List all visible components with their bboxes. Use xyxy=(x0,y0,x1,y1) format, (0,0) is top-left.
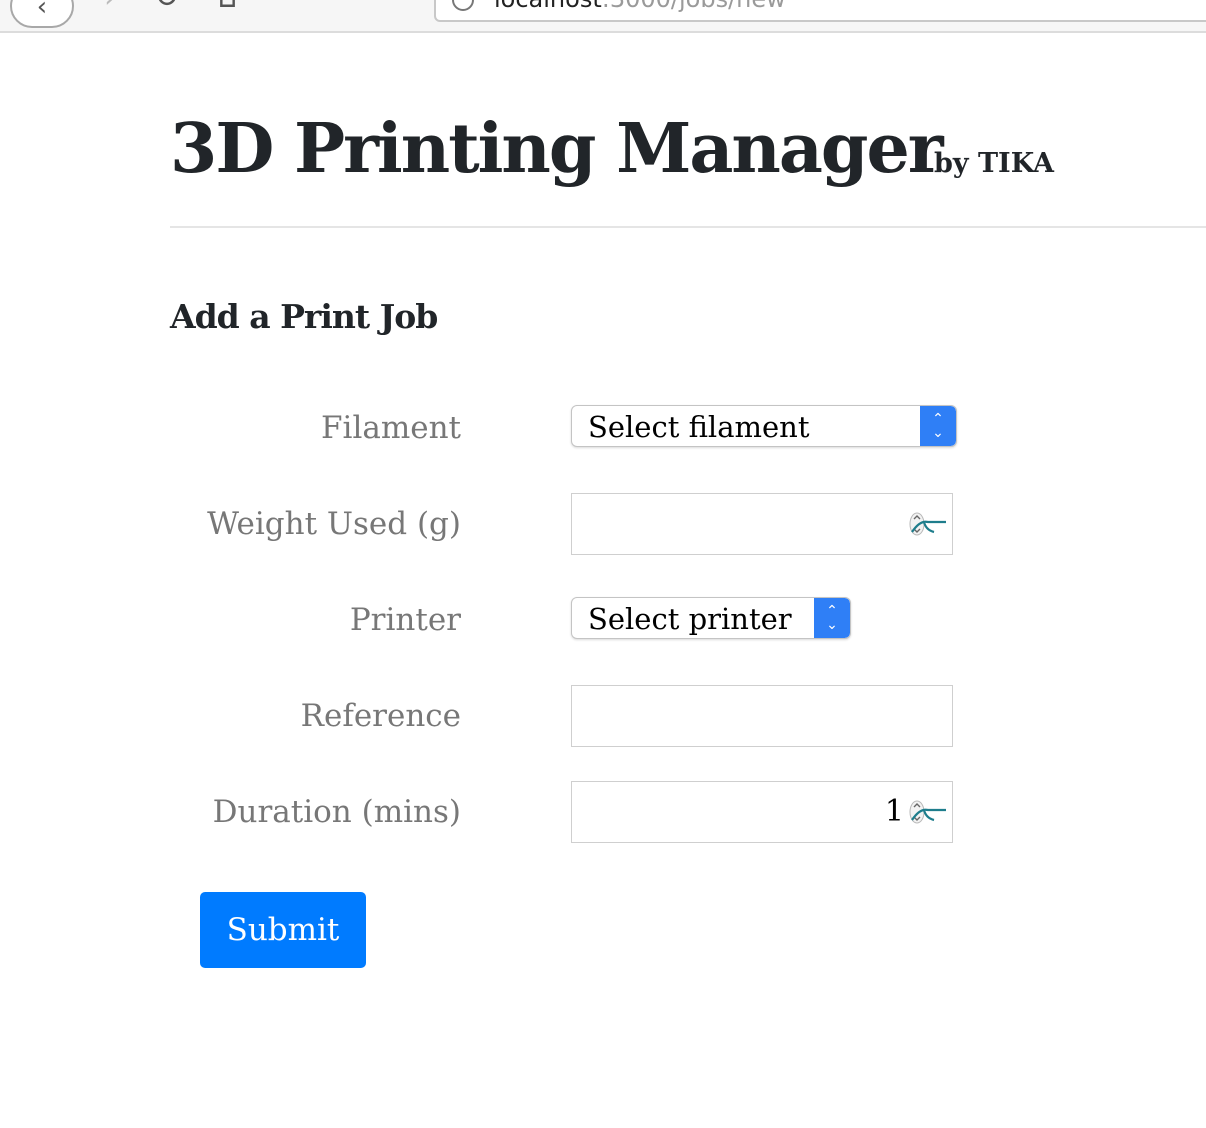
duration-label: Duration (mins) xyxy=(212,794,461,830)
weight-input[interactable] xyxy=(571,493,953,555)
header-divider xyxy=(170,226,1206,228)
reload-button[interactable]: ↻ xyxy=(154,0,179,18)
back-arrow-icon: ‹ xyxy=(36,0,48,22)
printer-label: Printer xyxy=(349,602,461,638)
reload-icon: ↻ xyxy=(154,0,179,15)
duration-input-value: 1 xyxy=(884,794,904,829)
select-arrows-icon: ⌃ ⌄ xyxy=(814,598,850,638)
duration-input[interactable]: 1 xyxy=(571,781,953,843)
select-arrows-icon: ⌃ ⌄ xyxy=(920,406,956,446)
url-path: :3000/jobs/new xyxy=(602,0,786,13)
url-host: localhost xyxy=(494,0,602,13)
forward-button[interactable]: › xyxy=(104,0,116,18)
form-heading: Add a Print Job xyxy=(170,297,438,336)
number-spinner-icon[interactable] xyxy=(908,510,948,538)
printer-select[interactable]: Select printer ⌃ ⌄ xyxy=(571,597,851,639)
submit-button[interactable]: Submit xyxy=(200,892,366,968)
filament-select-value: Select filament xyxy=(588,410,810,444)
address-bar[interactable]: localhost:3000/jobs/new xyxy=(434,0,1206,22)
back-button[interactable]: ‹ xyxy=(10,0,74,28)
reference-label: Reference xyxy=(300,698,461,734)
filament-label: Filament xyxy=(321,410,461,446)
filament-select[interactable]: Select filament ⌃ ⌄ xyxy=(571,405,957,447)
number-spinner-icon[interactable] xyxy=(908,798,948,826)
weight-label: Weight Used (g) xyxy=(207,506,461,542)
home-button[interactable]: ⌂ xyxy=(218,0,237,18)
page-subtitle: by TIKA xyxy=(934,148,1055,179)
reference-input[interactable] xyxy=(571,685,953,747)
browser-toolbar: ‹ › ↻ ⌂ localhost:3000/jobs/new xyxy=(0,0,1206,33)
forward-arrow-icon: › xyxy=(104,0,116,15)
home-icon: ⌂ xyxy=(218,0,237,15)
site-info-icon[interactable] xyxy=(452,0,474,11)
page-title: 3D Printing Manager xyxy=(170,109,944,189)
printer-select-value: Select printer xyxy=(588,602,792,636)
